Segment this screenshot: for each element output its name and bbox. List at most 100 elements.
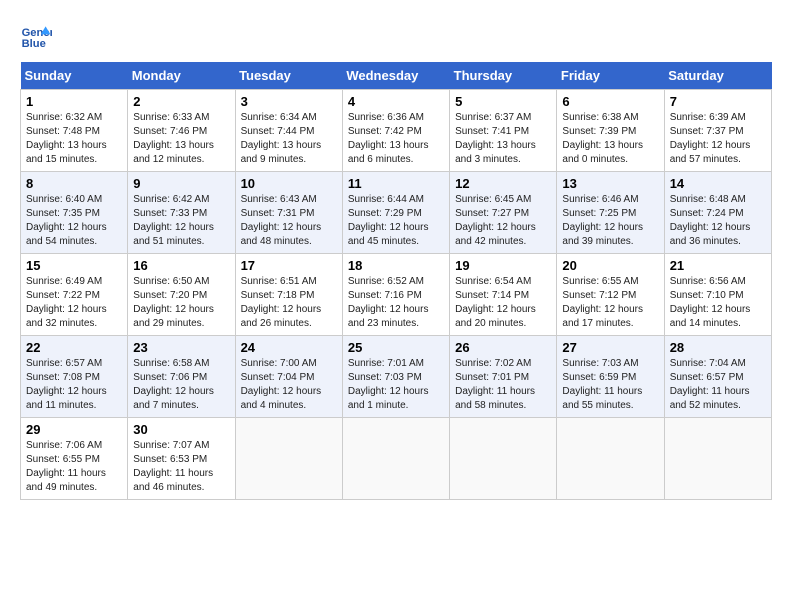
day-info: Sunrise: 6:55 AM Sunset: 7:12 PM Dayligh… <box>562 275 658 331</box>
calendar-cell: 1 Sunrise: 6:32 AM Sunset: 7:48 PM Dayli… <box>21 90 128 172</box>
day-number: 27 <box>562 340 658 355</box>
day-number: 14 <box>670 176 766 191</box>
day-number: 20 <box>562 258 658 273</box>
day-number: 15 <box>26 258 122 273</box>
day-info: Sunrise: 7:03 AM Sunset: 6:59 PM Dayligh… <box>562 357 658 413</box>
day-info: Sunrise: 6:39 AM Sunset: 7:37 PM Dayligh… <box>670 111 766 167</box>
day-info: Sunrise: 6:48 AM Sunset: 7:24 PM Dayligh… <box>670 193 766 249</box>
day-info: Sunrise: 6:54 AM Sunset: 7:14 PM Dayligh… <box>455 275 551 331</box>
day-info: Sunrise: 6:43 AM Sunset: 7:31 PM Dayligh… <box>241 193 337 249</box>
logo-icon: General Blue <box>20 20 52 52</box>
day-info: Sunrise: 6:46 AM Sunset: 7:25 PM Dayligh… <box>562 193 658 249</box>
day-number: 7 <box>670 94 766 109</box>
day-number: 30 <box>133 422 229 437</box>
day-number: 4 <box>348 94 444 109</box>
calendar-cell: 13 Sunrise: 6:46 AM Sunset: 7:25 PM Dayl… <box>557 172 664 254</box>
day-info: Sunrise: 6:37 AM Sunset: 7:41 PM Dayligh… <box>455 111 551 167</box>
day-number: 21 <box>670 258 766 273</box>
calendar-cell: 23 Sunrise: 6:58 AM Sunset: 7:06 PM Dayl… <box>128 336 235 418</box>
day-info: Sunrise: 6:45 AM Sunset: 7:27 PM Dayligh… <box>455 193 551 249</box>
weekday-header-monday: Monday <box>128 62 235 90</box>
calendar-cell: 6 Sunrise: 6:38 AM Sunset: 7:39 PM Dayli… <box>557 90 664 172</box>
day-info: Sunrise: 6:58 AM Sunset: 7:06 PM Dayligh… <box>133 357 229 413</box>
day-number: 3 <box>241 94 337 109</box>
day-info: Sunrise: 6:50 AM Sunset: 7:20 PM Dayligh… <box>133 275 229 331</box>
calendar-table: SundayMondayTuesdayWednesdayThursdayFrid… <box>20 62 772 500</box>
calendar-week-row: 29 Sunrise: 7:06 AM Sunset: 6:55 PM Dayl… <box>21 418 772 500</box>
calendar-cell <box>557 418 664 500</box>
calendar-cell <box>235 418 342 500</box>
calendar-cell: 12 Sunrise: 6:45 AM Sunset: 7:27 PM Dayl… <box>450 172 557 254</box>
calendar-cell <box>342 418 449 500</box>
calendar-cell: 18 Sunrise: 6:52 AM Sunset: 7:16 PM Dayl… <box>342 254 449 336</box>
calendar-cell: 16 Sunrise: 6:50 AM Sunset: 7:20 PM Dayl… <box>128 254 235 336</box>
day-number: 5 <box>455 94 551 109</box>
weekday-header-wednesday: Wednesday <box>342 62 449 90</box>
calendar-cell: 24 Sunrise: 7:00 AM Sunset: 7:04 PM Dayl… <box>235 336 342 418</box>
page-header: General Blue <box>20 20 772 52</box>
calendar-cell: 28 Sunrise: 7:04 AM Sunset: 6:57 PM Dayl… <box>664 336 771 418</box>
day-info: Sunrise: 6:51 AM Sunset: 7:18 PM Dayligh… <box>241 275 337 331</box>
day-info: Sunrise: 7:01 AM Sunset: 7:03 PM Dayligh… <box>348 357 444 413</box>
day-number: 9 <box>133 176 229 191</box>
calendar-cell: 7 Sunrise: 6:39 AM Sunset: 7:37 PM Dayli… <box>664 90 771 172</box>
day-info: Sunrise: 6:33 AM Sunset: 7:46 PM Dayligh… <box>133 111 229 167</box>
day-number: 13 <box>562 176 658 191</box>
weekday-header-tuesday: Tuesday <box>235 62 342 90</box>
calendar-cell: 29 Sunrise: 7:06 AM Sunset: 6:55 PM Dayl… <box>21 418 128 500</box>
day-number: 2 <box>133 94 229 109</box>
day-number: 23 <box>133 340 229 355</box>
calendar-week-row: 8 Sunrise: 6:40 AM Sunset: 7:35 PM Dayli… <box>21 172 772 254</box>
day-info: Sunrise: 6:34 AM Sunset: 7:44 PM Dayligh… <box>241 111 337 167</box>
day-info: Sunrise: 6:49 AM Sunset: 7:22 PM Dayligh… <box>26 275 122 331</box>
day-info: Sunrise: 7:04 AM Sunset: 6:57 PM Dayligh… <box>670 357 766 413</box>
day-number: 25 <box>348 340 444 355</box>
day-number: 26 <box>455 340 551 355</box>
weekday-header-friday: Friday <box>557 62 664 90</box>
calendar-cell: 21 Sunrise: 6:56 AM Sunset: 7:10 PM Dayl… <box>664 254 771 336</box>
svg-text:Blue: Blue <box>22 38 46 50</box>
day-info: Sunrise: 6:42 AM Sunset: 7:33 PM Dayligh… <box>133 193 229 249</box>
day-number: 18 <box>348 258 444 273</box>
calendar-cell: 3 Sunrise: 6:34 AM Sunset: 7:44 PM Dayli… <box>235 90 342 172</box>
calendar-cell: 10 Sunrise: 6:43 AM Sunset: 7:31 PM Dayl… <box>235 172 342 254</box>
day-info: Sunrise: 6:40 AM Sunset: 7:35 PM Dayligh… <box>26 193 122 249</box>
day-info: Sunrise: 7:00 AM Sunset: 7:04 PM Dayligh… <box>241 357 337 413</box>
day-info: Sunrise: 7:07 AM Sunset: 6:53 PM Dayligh… <box>133 439 229 495</box>
calendar-cell: 27 Sunrise: 7:03 AM Sunset: 6:59 PM Dayl… <box>557 336 664 418</box>
day-info: Sunrise: 6:44 AM Sunset: 7:29 PM Dayligh… <box>348 193 444 249</box>
day-info: Sunrise: 6:56 AM Sunset: 7:10 PM Dayligh… <box>670 275 766 331</box>
day-number: 1 <box>26 94 122 109</box>
day-info: Sunrise: 6:32 AM Sunset: 7:48 PM Dayligh… <box>26 111 122 167</box>
day-number: 6 <box>562 94 658 109</box>
day-number: 8 <box>26 176 122 191</box>
calendar-cell: 15 Sunrise: 6:49 AM Sunset: 7:22 PM Dayl… <box>21 254 128 336</box>
day-info: Sunrise: 6:38 AM Sunset: 7:39 PM Dayligh… <box>562 111 658 167</box>
calendar-cell <box>664 418 771 500</box>
calendar-week-row: 15 Sunrise: 6:49 AM Sunset: 7:22 PM Dayl… <box>21 254 772 336</box>
calendar-cell: 26 Sunrise: 7:02 AM Sunset: 7:01 PM Dayl… <box>450 336 557 418</box>
calendar-week-row: 22 Sunrise: 6:57 AM Sunset: 7:08 PM Dayl… <box>21 336 772 418</box>
day-number: 10 <box>241 176 337 191</box>
weekday-header-sunday: Sunday <box>21 62 128 90</box>
calendar-week-row: 1 Sunrise: 6:32 AM Sunset: 7:48 PM Dayli… <box>21 90 772 172</box>
calendar-cell: 22 Sunrise: 6:57 AM Sunset: 7:08 PM Dayl… <box>21 336 128 418</box>
day-info: Sunrise: 6:57 AM Sunset: 7:08 PM Dayligh… <box>26 357 122 413</box>
day-number: 17 <box>241 258 337 273</box>
day-info: Sunrise: 7:02 AM Sunset: 7:01 PM Dayligh… <box>455 357 551 413</box>
day-number: 11 <box>348 176 444 191</box>
calendar-cell: 11 Sunrise: 6:44 AM Sunset: 7:29 PM Dayl… <box>342 172 449 254</box>
day-number: 16 <box>133 258 229 273</box>
calendar-cell: 17 Sunrise: 6:51 AM Sunset: 7:18 PM Dayl… <box>235 254 342 336</box>
calendar-cell: 5 Sunrise: 6:37 AM Sunset: 7:41 PM Dayli… <box>450 90 557 172</box>
day-number: 22 <box>26 340 122 355</box>
logo: General Blue <box>20 20 56 52</box>
day-number: 12 <box>455 176 551 191</box>
day-number: 29 <box>26 422 122 437</box>
calendar-cell: 25 Sunrise: 7:01 AM Sunset: 7:03 PM Dayl… <box>342 336 449 418</box>
day-number: 19 <box>455 258 551 273</box>
calendar-cell: 4 Sunrise: 6:36 AM Sunset: 7:42 PM Dayli… <box>342 90 449 172</box>
calendar-cell: 8 Sunrise: 6:40 AM Sunset: 7:35 PM Dayli… <box>21 172 128 254</box>
weekday-header-thursday: Thursday <box>450 62 557 90</box>
calendar-cell <box>450 418 557 500</box>
